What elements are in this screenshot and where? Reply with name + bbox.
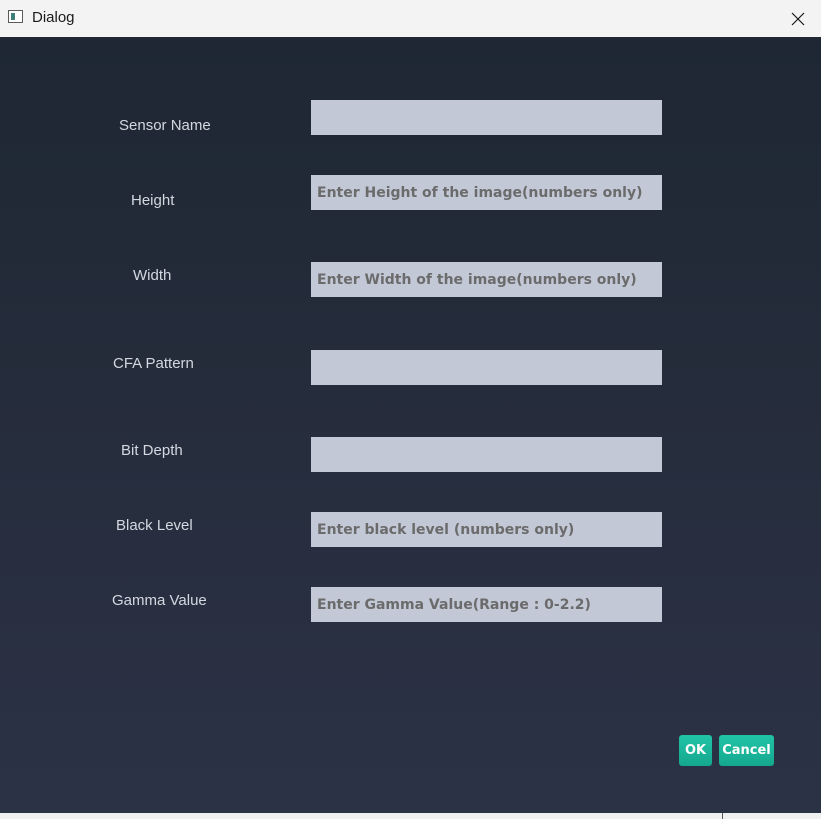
width-input[interactable] <box>311 262 662 297</box>
black-level-input[interactable] <box>311 512 662 547</box>
height-input[interactable] <box>311 175 662 210</box>
bit-depth-input[interactable] <box>311 437 662 472</box>
cfa-pattern-input[interactable] <box>311 350 662 385</box>
cancel-button[interactable]: Cancel <box>719 735 774 766</box>
width-label: Width <box>133 267 172 284</box>
gamma-value-input[interactable] <box>311 587 662 622</box>
dialog-content <box>0 37 821 813</box>
height-label: Height <box>131 192 175 209</box>
sensor-name-input[interactable] <box>311 100 662 135</box>
dialog-window: Dialog Sensor Name Height Width CFA Patt… <box>0 0 821 819</box>
taskbar-edge <box>0 813 821 819</box>
app-window-icon <box>8 10 23 23</box>
close-icon <box>791 12 805 26</box>
gamma-value-label: Gamma Value <box>112 592 207 609</box>
close-button[interactable] <box>775 0 821 37</box>
sensor-name-label: Sensor Name <box>119 117 211 134</box>
bit-depth-label: Bit Depth <box>121 442 183 459</box>
title-bar[interactable]: Dialog <box>0 0 821 37</box>
black-level-label: Black Level <box>116 517 193 534</box>
cfa-pattern-label: CFA Pattern <box>113 355 194 372</box>
ok-button[interactable]: OK <box>679 735 712 766</box>
window-title: Dialog <box>32 9 75 26</box>
